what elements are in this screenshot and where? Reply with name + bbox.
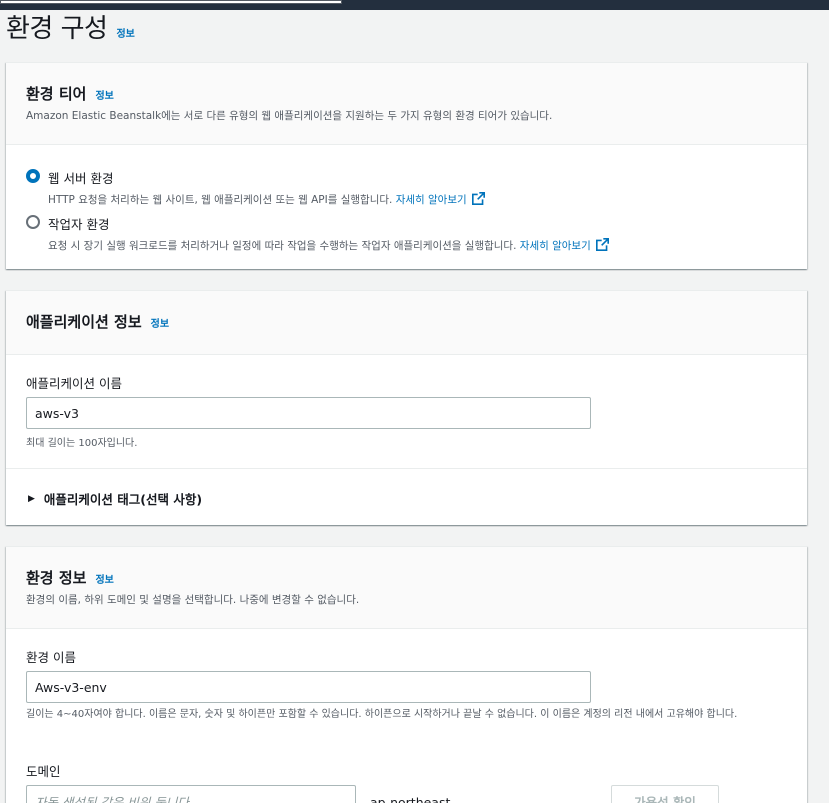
environment-info-title: 환경 정보 bbox=[26, 569, 87, 587]
environment-tier-panel: 환경 티어 정보 Amazon Elastic Beanstalk에는 서로 다… bbox=[6, 62, 807, 269]
radio-worker-unselected-icon[interactable] bbox=[26, 215, 40, 229]
application-tags-expander[interactable]: ▶ 애플리케이션 태그(선택 사항) bbox=[28, 489, 202, 508]
radio-web-server-environment[interactable]: 웹 서버 환경 HTTP 요청을 처리하는 웹 사이트, 웹 애플리케이션 또는… bbox=[26, 168, 485, 207]
environment-info-panel: 환경 정보 정보 환경의 이름, 하위 도메인 및 설명을 선택합니다. 나중에… bbox=[6, 546, 807, 803]
worker-description-text: 요청 시 장기 실행 워크로드를 처리하거나 일정에 따라 작업을 수행하는 작… bbox=[48, 240, 517, 252]
worker-learn-more-link[interactable]: 자세히 알아보기 bbox=[520, 240, 591, 252]
application-divider bbox=[6, 468, 807, 469]
page-header: 환경 구성 정보 bbox=[6, 8, 135, 45]
web-server-description-text: HTTP 요청을 처리하는 웹 사이트, 웹 애플리케이션 또는 웹 API를 … bbox=[48, 194, 393, 206]
application-info-panel: 애플리케이션 정보 정보 애플리케이션 이름 aws-v3 최대 길이는 100… bbox=[6, 290, 807, 525]
application-name-label: 애플리케이션 이름 bbox=[26, 376, 122, 391]
application-name-input[interactable]: aws-v3 bbox=[26, 397, 591, 429]
web-server-label: 웹 서버 환경 bbox=[48, 171, 114, 186]
domain-placeholder: 자동 생성된 값은 비워 둡니다 bbox=[35, 794, 189, 803]
page-title: 환경 구성 bbox=[6, 14, 108, 44]
search-bar-edge[interactable] bbox=[0, 0, 342, 4]
worker-label: 작업자 환경 bbox=[48, 217, 110, 232]
external-link-icon[interactable] bbox=[595, 238, 609, 251]
environment-info-description: 환경의 이름, 하위 도메인 및 설명을 선택합니다. 나중에 변경할 수 없습… bbox=[26, 594, 360, 606]
environment-tier-description: Amazon Elastic Beanstalk에는 서로 다른 유형의 웹 애… bbox=[26, 110, 553, 122]
environment-info-header: 환경 정보 정보 환경의 이름, 하위 도메인 및 설명을 선택합니다. 나중에… bbox=[6, 547, 807, 629]
environment-name-constraint: 길이는 4~40자여야 합니다. 이름은 문자, 숫자 및 하이픈만 포함할 수… bbox=[26, 709, 738, 720]
environment-name-input[interactable]: Aws-v3-env bbox=[26, 671, 591, 703]
web-server-description: HTTP 요청을 처리하는 웹 사이트, 웹 애플리케이션 또는 웹 API를 … bbox=[48, 192, 485, 207]
worker-description: 요청 시 장기 실행 워크로드를 처리하거나 일정에 따라 작업을 수행하는 작… bbox=[48, 238, 609, 253]
external-link-icon[interactable] bbox=[471, 192, 485, 205]
domain-suffix: .ap-northeast- bbox=[366, 795, 455, 803]
application-tags-label: 애플리케이션 태그(선택 사항) bbox=[43, 492, 203, 507]
application-name-constraint: 최대 길이는 100자입니다. bbox=[26, 438, 138, 449]
application-info-title: 애플리케이션 정보 bbox=[26, 313, 142, 331]
domain-label: 도메인 bbox=[26, 764, 61, 779]
application-info-header: 애플리케이션 정보 정보 bbox=[6, 291, 807, 355]
environment-name-label: 환경 이름 bbox=[26, 650, 76, 665]
application-info-link[interactable]: 정보 bbox=[151, 315, 169, 330]
domain-input[interactable]: 자동 생성된 값은 비워 둡니다 bbox=[26, 785, 356, 803]
environment-tier-header: 환경 티어 정보 Amazon Elastic Beanstalk에는 서로 다… bbox=[6, 63, 807, 145]
caret-right-icon: ▶ bbox=[28, 493, 35, 504]
page-info-link[interactable]: 정보 bbox=[116, 25, 134, 40]
check-availability-button[interactable]: 가용성 확인 bbox=[611, 785, 719, 803]
environment-tier-title: 환경 티어 bbox=[26, 85, 87, 103]
radio-web-server-selected-icon[interactable] bbox=[26, 169, 40, 183]
web-server-learn-more-link[interactable]: 자세히 알아보기 bbox=[396, 194, 467, 206]
environment-info-link[interactable]: 정보 bbox=[95, 571, 113, 586]
radio-worker-environment[interactable]: 작업자 환경 요청 시 장기 실행 워크로드를 처리하거나 일정에 따라 작업을… bbox=[26, 214, 609, 253]
environment-tier-info-link[interactable]: 정보 bbox=[95, 87, 113, 102]
